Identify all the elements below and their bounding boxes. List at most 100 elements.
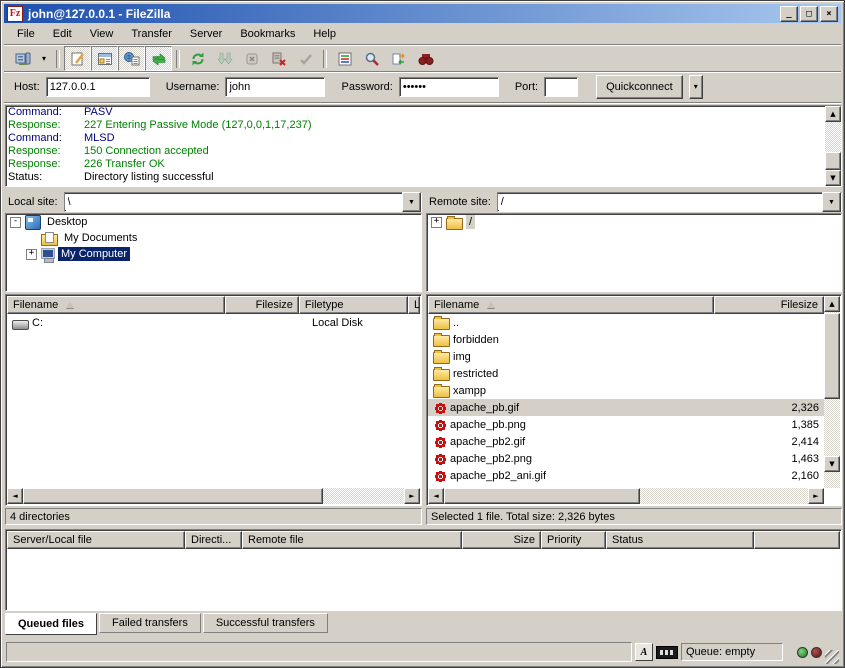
disconnect-icon[interactable] [265,46,292,71]
remote-file-row[interactable]: apache_pb2.png 1,463 [428,450,824,467]
remote-column-filesize[interactable]: Filesize [714,296,824,314]
tree-expander-icon[interactable]: + [26,249,37,260]
toggle-transfer-queue-icon[interactable] [145,46,172,71]
local-hscrollbar-thumb[interactable] [23,488,323,504]
tree-item[interactable]: + My Computer [6,246,421,262]
refresh-icon[interactable] [184,46,211,71]
remote-vscrollbar-thumb[interactable] [824,313,840,399]
local-site-path-input[interactable] [65,194,402,210]
menu-help[interactable]: Help [304,25,345,43]
remote-site-pane: Remote site: ▼ + / [426,191,842,292]
quickconnect-button[interactable]: Quickconnect [596,75,683,99]
remote-hscroll-right-icon[interactable]: ► [808,488,824,504]
port-input[interactable] [544,77,578,97]
remote-site-dropdown-icon[interactable]: ▼ [822,192,841,212]
log-scroll-up-icon[interactable]: ▲ [825,106,841,122]
remote-hscroll-left-icon[interactable]: ◄ [428,488,444,504]
remote-hscrollbar-thumb[interactable] [444,488,640,504]
menu-edit[interactable]: Edit [44,25,81,43]
toggle-remote-tree-icon[interactable] [118,46,145,71]
local-column-filename[interactable]: Filename [7,296,225,314]
reconnect-icon[interactable] [292,46,319,71]
remote-file-row[interactable]: img [428,348,824,365]
log-scrollbar-thumb[interactable] [825,152,841,170]
message-log[interactable]: Command: PASV Response: 227 Entering Pas… [5,105,842,187]
remote-directory-tree[interactable]: + / [426,213,842,292]
remote-file-row[interactable]: apache_pb.gif 2,326 [428,399,824,416]
window-title: john@127.0.0.1 - FileZilla [28,7,170,21]
tree-expander-icon[interactable]: + [431,217,442,228]
remote-file-row[interactable]: xampp [428,382,824,399]
host-input[interactable] [46,77,150,97]
tab-failed-transfers[interactable]: Failed transfers [99,613,201,633]
remote-vscroll-up-icon[interactable]: ▲ [824,296,840,312]
local-column-lastmodified[interactable]: L [408,296,420,314]
password-input[interactable] [399,77,499,97]
local-hscroll-left-icon[interactable]: ◄ [7,488,23,504]
toggle-local-tree-icon[interactable] [91,46,118,71]
menu-server[interactable]: Server [181,25,231,43]
remote-file-row[interactable]: apache_pb2.gif 2,414 [428,433,824,450]
resize-grip[interactable] [825,650,839,664]
remote-site-combo[interactable]: ▼ [497,192,842,212]
ascii-data-type-icon: A [635,643,653,661]
remote-file-row[interactable]: .. [428,314,824,331]
quickconnect-dropdown-button[interactable]: ▾ [689,75,703,99]
process-queue-icon[interactable] [211,46,238,71]
menu-bookmarks[interactable]: Bookmarks [231,25,304,43]
remote-file-row[interactable]: restricted [428,365,824,382]
queue-column-size[interactable]: Size [462,531,541,549]
local-file-row[interactable]: C: Local Disk [7,314,420,331]
toggle-message-log-icon[interactable] [64,46,91,71]
queue-column-status[interactable]: Status [606,531,754,549]
remote-file-row[interactable]: apache_pb2_ani.gif 2,160 [428,467,824,484]
title-bar[interactable]: Fz john@127.0.0.1 - FileZilla _ □ × [4,4,841,23]
menu-file[interactable]: File [8,25,44,43]
remote-site-path-input[interactable] [498,194,822,210]
queue-column-remote-file[interactable]: Remote file [242,531,462,549]
find-files-icon[interactable] [358,46,385,71]
directory-listing-filters-icon[interactable] [331,46,358,71]
remote-list-body[interactable]: .. forbidden img restricted [428,314,824,488]
local-directory-tree[interactable]: - Desktop My Documents + My Computer [5,213,422,292]
remote-column-filename[interactable]: Filename [428,296,714,314]
tree-item-label[interactable]: My Computer [58,247,130,261]
tree-item-label[interactable]: Desktop [44,215,90,229]
tree-item-label[interactable]: / [466,215,475,229]
remote-vscroll-down-icon[interactable]: ▼ [824,456,840,472]
site-manager-dropdown-icon[interactable]: ▾ [36,46,52,71]
tree-item[interactable]: My Documents [6,230,421,246]
local-site-label: Local site: [5,196,64,208]
tab-successful-transfers[interactable]: Successful transfers [203,613,328,633]
log-scroll-down-icon[interactable]: ▼ [825,170,841,186]
queue-column-priority[interactable]: Priority [541,531,606,549]
queue-column-direction[interactable]: Directi... [185,531,242,549]
local-list-body[interactable]: C: Local Disk [7,314,420,488]
speed-limit-icon[interactable] [656,646,678,659]
transfer-queue-pane[interactable]: Server/Local file Directi... Remote file… [5,529,842,611]
minimize-button[interactable]: _ [780,6,798,22]
tab-queued-files[interactable]: Queued files [5,613,97,635]
tree-item[interactable]: + / [427,214,841,230]
menu-view[interactable]: View [81,25,123,43]
cancel-operation-icon[interactable] [238,46,265,71]
local-column-filetype[interactable]: Filetype [299,296,408,314]
remote-file-row[interactable]: forbidden [428,331,824,348]
site-manager-icon[interactable] [9,46,36,71]
local-site-dropdown-icon[interactable]: ▼ [402,192,421,212]
tree-expander-icon[interactable]: - [10,217,21,228]
maximize-button[interactable]: □ [800,6,818,22]
tree-item[interactable]: - Desktop [6,214,421,230]
synchronized-browsing-icon[interactable] [385,46,412,71]
close-button[interactable]: × [820,6,838,22]
log-line: Response: 227 Entering Passive Mode (127… [6,119,841,132]
local-column-filesize[interactable]: Filesize [225,296,299,314]
username-input[interactable] [225,77,325,97]
local-site-combo[interactable]: ▼ [64,192,422,212]
menu-transfer[interactable]: Transfer [122,25,181,43]
directory-comparison-icon[interactable] [412,46,439,71]
queue-column-server-local-file[interactable]: Server/Local file [7,531,185,549]
local-hscroll-right-icon[interactable]: ► [404,488,420,504]
tree-item-label[interactable]: My Documents [61,231,140,245]
remote-file-row[interactable]: apache_pb.png 1,385 [428,416,824,433]
